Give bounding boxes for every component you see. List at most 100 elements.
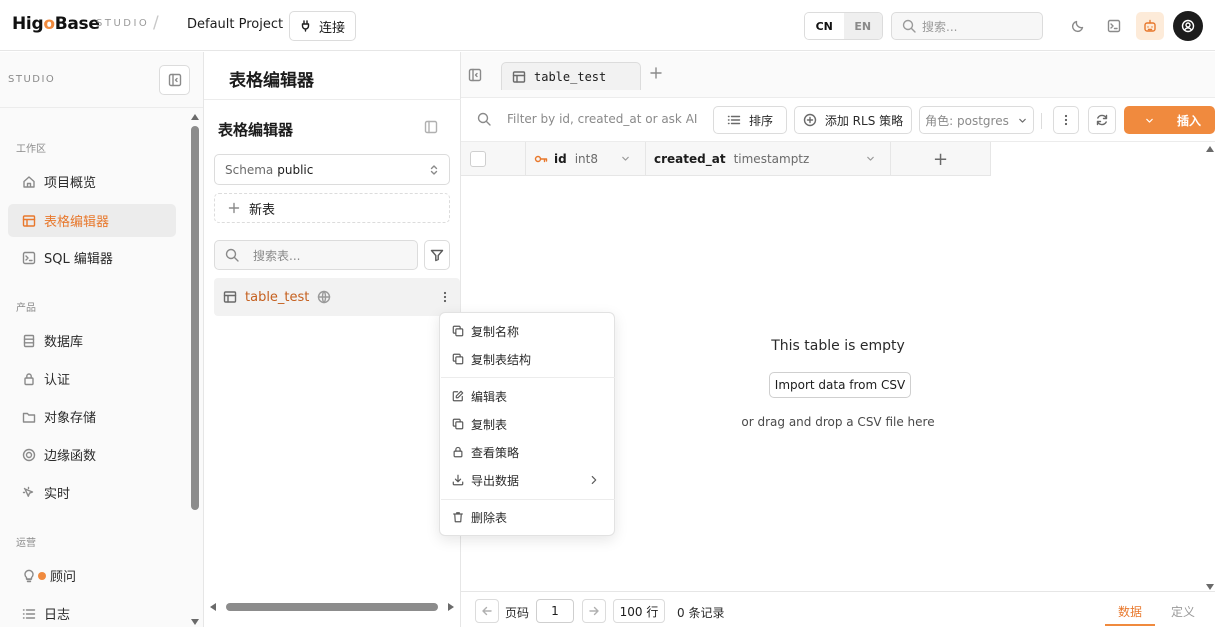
column-header-id[interactable]: id int8	[526, 142, 646, 176]
logo[interactable]: HigoBase	[12, 14, 100, 34]
scroll-right-arrow[interactable]	[448, 603, 454, 611]
scroll-up-arrow[interactable]	[191, 114, 199, 120]
panel-collapse-button[interactable]	[424, 120, 438, 138]
lock-icon	[452, 446, 464, 458]
sidebar-item-storage[interactable]: 对象存储	[8, 400, 176, 433]
list-icon	[22, 607, 36, 621]
terminal-icon	[22, 251, 36, 265]
toggle-panel-button[interactable]	[468, 68, 482, 86]
add-rls-policy-button[interactable]: 添加 RLS 策略	[794, 106, 912, 134]
grid-header: id int8 created_at timestamptz +	[461, 142, 991, 176]
sidebar-collapse-button[interactable]	[159, 65, 190, 95]
copy-icon	[452, 418, 464, 430]
filter-button[interactable]	[424, 240, 450, 270]
select-all-cell	[461, 142, 526, 176]
key-icon	[534, 152, 548, 166]
trash-icon	[452, 511, 464, 523]
select-all-checkbox[interactable]	[470, 151, 486, 167]
more-actions-button[interactable]	[1053, 106, 1079, 134]
ai-assistant-button[interactable]	[1136, 12, 1164, 40]
scroll-left-arrow[interactable]	[210, 603, 216, 611]
menu-item-copy-structure[interactable]: 复制表结构	[440, 345, 614, 373]
add-column-button[interactable]: +	[891, 142, 991, 176]
edit-icon	[452, 390, 464, 402]
lang-en[interactable]: EN	[843, 13, 882, 39]
language-switch[interactable]: CN EN	[804, 12, 883, 40]
scroll-up-arrow[interactable]	[1206, 146, 1214, 152]
sidebar-item-auth[interactable]: 认证	[8, 362, 176, 395]
scrollbar-thumb[interactable]	[191, 126, 199, 510]
sidebar-scrollbar[interactable]	[190, 110, 200, 627]
new-table-button[interactable]: 新表	[214, 193, 450, 223]
menu-item-delete-table[interactable]: 删除表	[440, 503, 614, 531]
prev-page-button[interactable]	[475, 599, 499, 623]
globe-icon	[317, 290, 331, 304]
tab-data[interactable]: 数据	[1118, 603, 1142, 620]
sidebar-item-overview[interactable]: 项目概览	[8, 165, 176, 198]
sidebar: STUDIO 工作区 项目概览 表格编辑器 SQL 编辑器 产品 数据库 认证 …	[0, 52, 204, 627]
chevron-down-icon	[1144, 115, 1155, 126]
breadcrumb-separator: /	[153, 13, 159, 33]
sort-button[interactable]: 排序	[713, 106, 787, 134]
toolbar-divider	[1041, 113, 1042, 129]
table-list-item[interactable]: table_test	[214, 278, 460, 316]
import-csv-button[interactable]: Import data from CSV	[769, 372, 911, 398]
panel-horizontal-scrollbar[interactable]	[208, 601, 456, 613]
lang-cn[interactable]: CN	[805, 13, 844, 39]
tab-table-test[interactable]: table_test	[501, 62, 641, 90]
sidebar-item-logs[interactable]: 日志	[8, 597, 176, 627]
search-icon	[477, 112, 491, 126]
role-select[interactable]: 角色: postgres	[919, 106, 1034, 134]
sidebar-item-sql-editor[interactable]: SQL 编辑器	[8, 241, 176, 274]
refresh-button[interactable]	[1088, 106, 1116, 134]
arrow-right-icon	[587, 604, 601, 618]
scrollbar-thumb[interactable]	[226, 603, 438, 611]
sidebar-toggle-icon	[424, 120, 438, 134]
column-header-created-at[interactable]: created_at timestamptz	[646, 142, 891, 176]
menu-item-export-data[interactable]: 导出数据	[440, 466, 614, 494]
sidebar-item-realtime[interactable]: 实时	[8, 476, 176, 509]
panel-title: 表格编辑器	[229, 71, 314, 91]
menu-item-copy-name[interactable]: 复制名称	[440, 317, 614, 345]
page-number-input[interactable]: 1	[536, 599, 574, 623]
home-icon	[22, 175, 36, 189]
page-label: 页码	[505, 606, 530, 620]
user-avatar[interactable]	[1173, 11, 1203, 41]
menu-item-view-policies[interactable]: 查看策略	[440, 438, 614, 466]
more-options-icon[interactable]	[436, 288, 454, 306]
grid-vertical-scrollbar[interactable]	[1206, 144, 1215, 590]
sidebar-toggle-icon	[468, 68, 482, 82]
chevron-right-icon	[588, 474, 600, 486]
table-list-panel: 表格编辑器 表格编辑器 Schema public 新表 搜索表... tabl…	[204, 52, 461, 627]
menu-item-duplicate-table[interactable]: 复制表	[440, 410, 614, 438]
insert-button[interactable]: 插入	[1124, 106, 1215, 134]
sidebar-item-functions[interactable]: 边缘函数	[8, 438, 176, 471]
scroll-down-arrow[interactable]	[1206, 584, 1214, 590]
chevron-down-icon[interactable]	[620, 153, 631, 164]
row-filter-input[interactable]: Filter by id, created_at or ask AI	[477, 112, 697, 126]
terminal-icon	[1107, 19, 1121, 33]
section-ops: 运营	[16, 538, 36, 549]
connect-button[interactable]: 连接	[289, 11, 356, 41]
global-search[interactable]: 搜索...	[891, 12, 1043, 40]
sidebar-header: STUDIO	[0, 52, 203, 108]
tab-definition[interactable]: 定义	[1171, 603, 1195, 620]
next-page-button[interactable]	[582, 599, 606, 623]
table-search-input[interactable]: 搜索表...	[214, 240, 418, 270]
chevron-down-icon[interactable]	[865, 153, 876, 164]
rows-per-page-button[interactable]: 100 行	[613, 599, 665, 623]
theme-toggle-button[interactable]	[1064, 12, 1092, 40]
bot-icon	[1143, 19, 1157, 33]
project-name[interactable]: Default Project	[187, 17, 283, 32]
sidebar-item-database[interactable]: 数据库	[8, 324, 176, 357]
terminal-button[interactable]	[1100, 12, 1128, 40]
table-icon	[512, 70, 526, 84]
add-tab-button[interactable]	[649, 66, 663, 84]
chevron-down-icon	[1017, 115, 1028, 126]
sidebar-item-table-editor[interactable]: 表格编辑器	[8, 204, 176, 237]
sidebar-item-advisor[interactable]: 顾问	[8, 559, 176, 592]
schema-select[interactable]: Schema public	[214, 154, 450, 185]
menu-item-edit-table[interactable]: 编辑表	[440, 382, 614, 410]
scroll-down-arrow[interactable]	[191, 619, 199, 625]
list-icon	[727, 113, 741, 127]
